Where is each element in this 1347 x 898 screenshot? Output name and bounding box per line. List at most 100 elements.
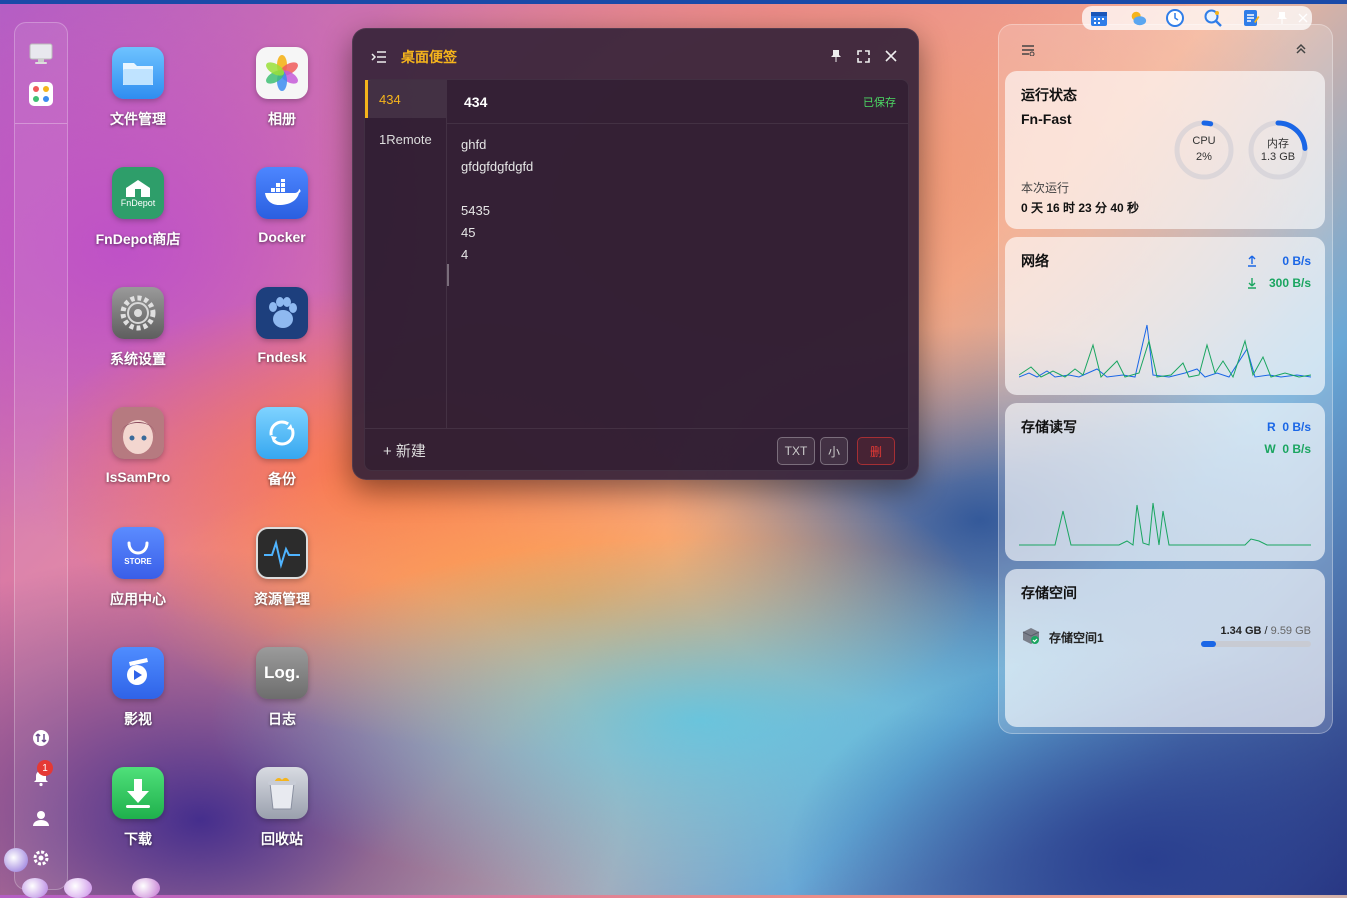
resize-handle[interactable] [447,264,449,286]
monitor-icon[interactable] [28,41,54,67]
upload-value: 0 B/s [1282,254,1311,268]
app-video[interactable]: 影视 [83,647,193,729]
bottom-orb-icon [22,878,48,898]
video-clapper-icon [112,647,164,699]
app-label: 应用中心 [110,591,166,607]
weather-icon[interactable] [1129,9,1147,27]
app-fndesk[interactable]: Fndesk [227,287,337,365]
storage-separator: / [1264,625,1268,637]
note-line [461,178,881,200]
network-card: 网络 0 B/s 300 B/s [1005,237,1325,395]
app-files[interactable]: 文件管理 [83,47,193,129]
cpu-label: CPU [1192,135,1216,147]
user-icon[interactable] [28,805,54,831]
apps-grid-icon[interactable] [28,81,54,107]
storage-progress-bar [1201,641,1311,647]
disk-io-title: 存储读写 [1021,419,1077,435]
app-download[interactable]: 下载 [83,767,193,849]
note-line: gfdgfdgfdgfd [461,159,534,174]
app-label: FnDepot商店 [95,231,181,247]
clock-icon[interactable] [1166,9,1184,27]
photos-flower-icon [256,47,308,99]
app-backup[interactable]: 备份 [227,407,337,489]
app-label: 资源管理 [254,591,310,607]
app-fndepot[interactable]: FnDepot FnDepot商店 [83,167,193,249]
storage-progress-fill [1201,641,1217,647]
store-bag-icon: STORE [112,527,164,579]
storage-card: 存储空间 存储空间1 1.34 GB / 9.59 GB [1005,569,1325,727]
status-title: 运行状态 [1021,87,1077,103]
status-card: 运行状态 Fn-Fast 本次运行 0 天 16 时 23 分 40 秒 CPU… [1005,71,1325,229]
close-icon[interactable] [881,46,901,66]
tray-pin-icon[interactable] [1273,9,1291,27]
storage-total: 9.59 GB [1270,625,1311,637]
widget-settings-icon[interactable] [1021,41,1035,60]
note-list-item[interactable]: 434 [365,80,446,118]
window-title: 桌面便签 [401,49,457,65]
network-sparkline [1019,324,1311,379]
upload-icon [1248,255,1256,267]
calendar-icon[interactable] [1090,9,1108,27]
cpu-gauge: CPU 2% [1173,119,1235,181]
transfer-icon[interactable] [28,725,54,751]
note-line: 4 [461,247,469,262]
notes-container: 434 1Remote 434 已保存 ghfd gfdgfdgfdgfd 54… [364,79,909,471]
hostname: Fn-Fast [1021,111,1072,127]
backup-sync-icon [256,407,308,459]
disk-io-card: 存储读写 R 0 B/s W 0 B/s [1005,403,1325,561]
note-line: 45 [461,225,476,240]
small-mode-button[interactable]: 小 [820,437,848,465]
note-list-item[interactable]: 1Remote [365,120,446,158]
app-issampro[interactable]: IsSamPro [83,407,193,485]
app-label: 日志 [268,711,296,727]
app-photos[interactable]: 相册 [227,47,337,129]
disk-io-sparkline [1019,502,1311,546]
sticky-notes-window: 桌面便签 434 1Remote 434 已保存 ghfd gfdgfdgfdg… [352,28,919,480]
trash-bin-icon [256,767,308,819]
app-settings[interactable]: 系统设置 [83,287,193,369]
export-txt-button[interactable]: TXT [777,437,815,465]
menu-toggle-icon[interactable] [371,49,387,68]
notes-footer: + 新建 TXT 小 删 [365,428,908,471]
app-trash[interactable]: 回收站 [227,767,337,849]
storage-name: 存储空间1 [1049,631,1104,645]
note-editor[interactable]: ghfd gfdgfdgfdgfd 5435 45 4 [461,134,881,266]
dock-divider [15,123,67,124]
anime-avatar-icon [112,407,164,459]
note-list: 434 1Remote [365,80,447,428]
note-header: 434 已保存 [447,80,908,124]
app-docker[interactable]: Docker [227,167,337,245]
app-resources[interactable]: 资源管理 [227,527,337,609]
saved-status: 已保存 [863,97,896,109]
bottom-orb-icon [64,878,92,898]
uptime-label: 本次运行 [1021,181,1070,195]
storage-disk-icon [1021,627,1041,650]
gear-icon[interactable] [28,845,54,871]
delete-note-button[interactable]: 删 [857,437,895,465]
app-label: 影视 [124,711,152,727]
app-label: 文件管理 [110,111,166,127]
pin-icon[interactable] [826,46,846,66]
app-label: 系统设置 [110,351,166,367]
folder-icon [112,47,164,99]
write-label: W [1264,442,1276,456]
notes-icon[interactable] [1242,9,1260,27]
tray-close-icon[interactable] [1294,9,1312,27]
bottom-orb-icon [4,848,28,872]
network-title: 网络 [1021,253,1049,269]
app-label: 备份 [268,471,296,487]
top-accent-line [0,0,1347,4]
fullscreen-icon[interactable] [853,46,873,66]
memory-gauge: 内存 1.3 GB [1247,119,1309,181]
widget-panel: 运行状态 Fn-Fast 本次运行 0 天 16 时 23 分 40 秒 CPU… [998,24,1333,734]
new-note-button[interactable]: + 新建 [383,440,426,461]
app-store[interactable]: STORE 应用中心 [83,527,193,609]
cpu-value: 2% [1196,151,1212,163]
note-title[interactable]: 434 [464,94,487,110]
search-icon[interactable] [1204,9,1222,27]
app-log[interactable]: Log. 日志 [227,647,337,729]
log-badge-text: Log. [264,663,300,682]
collapse-icon[interactable] [1295,40,1307,59]
app-label: Docker [258,229,306,245]
write-speed: W 0 B/s [1264,442,1311,456]
